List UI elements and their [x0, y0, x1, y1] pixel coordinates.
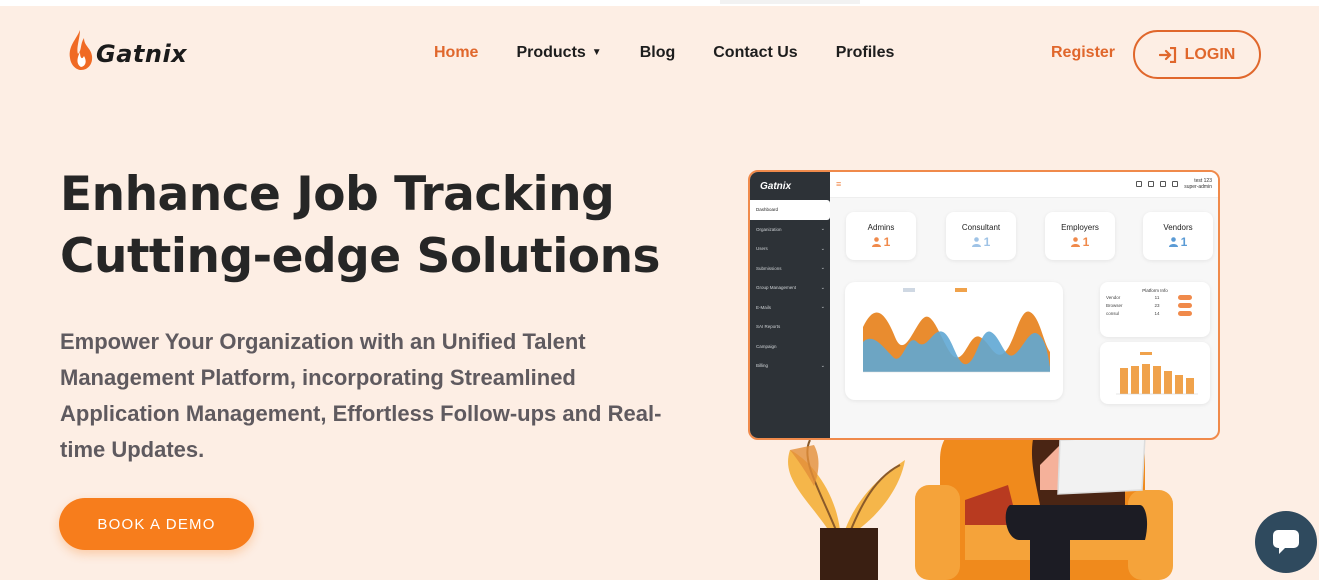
mockup-user: test 123 super-admin: [1184, 178, 1212, 190]
cart-icon: [1136, 181, 1142, 187]
platform-info-badge: [1178, 302, 1192, 308]
card-value-number: 1: [883, 235, 891, 249]
card-label: Employers: [1061, 223, 1099, 232]
platform-info-badge: [1178, 310, 1192, 316]
nav-products-label: Products: [516, 44, 586, 61]
sign-in-icon: [1158, 46, 1176, 63]
card-value: 1: [1143, 235, 1213, 249]
platform-info-name: consul: [1106, 310, 1120, 316]
mockup-topbar-icons: [1130, 181, 1178, 187]
chevron-down-icon: ⌄: [820, 265, 825, 272]
mockup-logo: Gatnix: [760, 180, 792, 192]
person-icon: [871, 237, 881, 247]
platform-info-name: Vendor: [1106, 294, 1121, 300]
mockup-area-chart: [845, 282, 1063, 400]
bell-icon: [1148, 181, 1154, 187]
mockup-platform-info: Platform Info Vendor 11 Browser 23 consul 1…: [1100, 282, 1210, 337]
chevron-down-icon: ⌄: [820, 284, 825, 291]
mockup-sidebar-emails: E-Mails ⌄: [750, 298, 830, 318]
platform-info-row: Vendor 11: [1100, 293, 1210, 301]
top-strip: [0, 0, 1319, 6]
register-link[interactable]: Register: [1051, 44, 1115, 62]
platform-info-value: 23: [1154, 302, 1160, 308]
person-icon: [971, 237, 981, 247]
mockup-sidebar-submissions-label: Submissions: [756, 265, 782, 271]
card-value-number: 1: [1180, 235, 1188, 249]
dashboard-screen: Gatnix Dashboard Organization ⌄ Users ⌄ Su…: [748, 170, 1220, 440]
login-button[interactable]: LOGIN: [1133, 30, 1261, 79]
platform-info-row: Browser 23: [1100, 301, 1210, 309]
main-nav: Home Products ▼ Blog Contact Us Profiles: [434, 44, 932, 62]
brand-name: Gatnix: [96, 40, 188, 68]
mockup-sidebar-users: Users ⌄: [750, 239, 830, 259]
flame-icon: [69, 30, 93, 70]
mockup-sidebar-billing-label: Billing: [756, 363, 769, 369]
hamburger-icon: ≡: [836, 179, 842, 189]
chevron-down-icon: ⌄: [820, 362, 825, 369]
card-value: 1: [846, 235, 916, 249]
mockup-card-admins: Admins 1: [846, 212, 916, 260]
platform-info-value: 11: [1154, 294, 1160, 300]
nav-contact-us[interactable]: Contact Us: [713, 44, 797, 62]
person-icon: [1168, 237, 1178, 247]
mockup-topbar: ≡ test 123 super-admin: [830, 172, 1218, 198]
nav-profiles[interactable]: Profiles: [836, 44, 895, 62]
mockup-sidebar-submissions: Submissions ⌄: [750, 259, 830, 279]
mockup-bar-chart: [1100, 342, 1210, 404]
area-chart-graphic: [863, 288, 1050, 373]
mockup-sidebar-dashboard: Dashboard: [750, 200, 830, 220]
mockup-sidebar-group-management: Group Management ⌄: [750, 278, 830, 298]
mockup-card-consultant: Consultant 1: [946, 212, 1016, 260]
mockup-sidebar-sai-reports: SAI Reports: [756, 324, 781, 330]
chevron-down-icon: ⌄: [820, 226, 825, 233]
mockup-sidebar-group-management-label: Group Management: [756, 285, 797, 291]
calendar-icon: [1160, 181, 1166, 187]
platform-info-value: 14: [1154, 310, 1160, 316]
card-label: Admins: [867, 223, 895, 232]
nav-blog[interactable]: Blog: [640, 44, 676, 62]
hero-subtitle: Empower Your Organization with an Unifie…: [60, 329, 662, 462]
nav-products[interactable]: Products ▼: [516, 44, 601, 62]
brand-logo[interactable]: Gatnix: [66, 28, 187, 72]
hero-title-line1: Enhance Job Tracking: [60, 167, 615, 222]
mockup-card-vendors: Vendors 1: [1143, 212, 1213, 260]
platform-info-name: Browser: [1106, 302, 1123, 308]
mockup-user-role: super-admin: [1184, 184, 1212, 190]
mockup-sidebar: Gatnix Dashboard Organization ⌄ Users ⌄ Su…: [750, 172, 830, 438]
mockup-sidebar-emails-label: E-Mails: [756, 304, 772, 310]
card-value: 1: [1045, 235, 1115, 249]
nav-home[interactable]: Home: [434, 44, 478, 62]
mockup-sidebar-organization-label: Organization: [756, 226, 782, 232]
mockup-sidebar-organization: Organization ⌄: [750, 220, 830, 240]
login-label: LOGIN: [1184, 45, 1236, 63]
dashboard-illustration: Gatnix Dashboard Organization ⌄ Users ⌄ Su…: [740, 160, 1319, 580]
chat-bubble-icon: [1273, 530, 1299, 554]
mockup-card-employers: Employers 1: [1045, 212, 1115, 260]
caret-down-icon: ▼: [591, 47, 602, 58]
mockup-sidebar-campaign: Campaign: [756, 343, 777, 349]
chat-widget-button[interactable]: [1255, 511, 1317, 573]
card-value: 1: [946, 235, 1016, 249]
hero-title-line2: Cutting-edge Solutions: [60, 229, 661, 284]
platform-info-badge: [1178, 294, 1192, 300]
chevron-down-icon: ⌄: [820, 304, 825, 311]
card-label: Vendors: [1163, 223, 1193, 232]
book-demo-button[interactable]: BOOK A DEMO: [59, 498, 254, 550]
bar-chart-graphic: [1116, 352, 1198, 395]
card-value-number: 1: [983, 235, 991, 249]
hero-title: Enhance Job Tracking Cutting-edge Soluti…: [60, 164, 661, 288]
mockup-sidebar-users-label: Users: [756, 246, 768, 252]
mockup-sidebar-billing: Billing ⌄: [750, 356, 830, 376]
platform-info-row: consul 14: [1100, 309, 1210, 317]
flag-icon: [1172, 181, 1178, 187]
person-icon: [1070, 237, 1080, 247]
card-value-number: 1: [1082, 235, 1090, 249]
card-label: Consultant: [961, 223, 1001, 232]
chevron-down-icon: ⌄: [820, 245, 825, 252]
